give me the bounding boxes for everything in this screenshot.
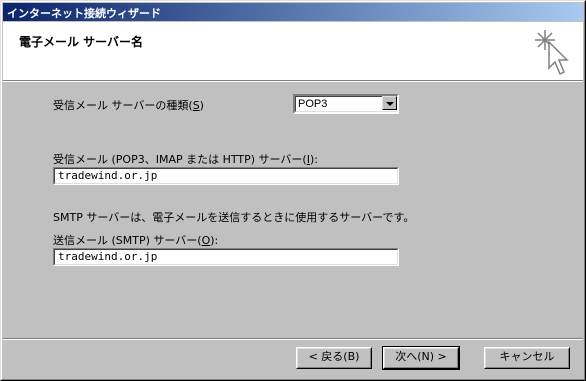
page-title: 電子メール サーバー名 <box>19 35 144 49</box>
back-button[interactable]: < 戻る(B) <box>296 347 372 369</box>
smtp-note: SMTP サーバーは、電子メールを送信するときに使用するサーバーです。 <box>53 211 415 224</box>
server-type-value: POP3 <box>298 98 328 110</box>
header-divider <box>3 80 583 82</box>
wizard-window: インターネット接続ウィザード 電子メール サーバー名 受信メール サーバーの種類… <box>0 0 586 381</box>
incoming-server-value: tradewind.or.jp <box>58 169 158 182</box>
footer-divider <box>3 338 583 340</box>
cancel-button[interactable]: キャンセル <box>484 347 570 369</box>
server-type-label: 受信メール サーバーの種類(S) <box>53 99 204 112</box>
next-button[interactable]: 次へ(N) > <box>382 346 460 370</box>
outgoing-server-input[interactable]: tradewind.or.jp <box>53 248 399 266</box>
incoming-server-label: 受信メール (POP3、IMAP または HTTP) サーバー(I): <box>53 153 318 166</box>
outgoing-server-value: tradewind.or.jp <box>58 250 158 263</box>
incoming-server-input[interactable]: tradewind.or.jp <box>53 167 399 185</box>
dropdown-button[interactable] <box>382 96 397 110</box>
wizard-header: 電子メール サーバー名 <box>3 22 583 80</box>
outgoing-server-label: 送信メール (SMTP) サーバー(O): <box>53 234 219 247</box>
title-bar[interactable]: インターネット接続ウィザード <box>3 3 583 21</box>
server-type-select[interactable]: POP3 <box>293 94 399 114</box>
chevron-down-icon <box>386 102 394 106</box>
wizard-sparkle-cursor-icon <box>535 30 569 76</box>
window-title: インターネット接続ウィザード <box>7 7 161 20</box>
